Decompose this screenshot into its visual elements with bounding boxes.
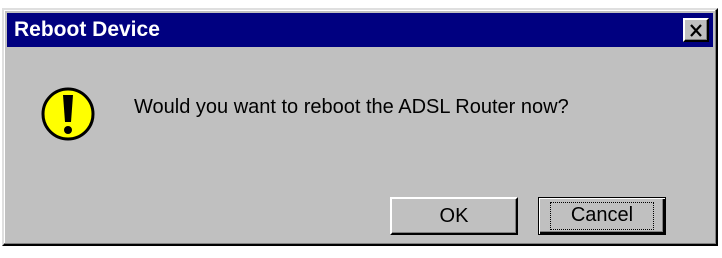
dialog-message: Would you want to reboot the ADSL Router…	[134, 96, 569, 118]
close-button[interactable]	[683, 18, 709, 42]
warning-exclamation-icon	[41, 87, 95, 141]
dialog-title: Reboot Device	[14, 18, 160, 41]
close-icon	[690, 23, 702, 37]
title-bar[interactable]: Reboot Device	[7, 13, 713, 47]
ok-button-label: OK	[439, 204, 469, 227]
ok-button[interactable]: OK	[390, 197, 518, 235]
cancel-button-label: Cancel	[549, 202, 655, 230]
cancel-button[interactable]: Cancel	[538, 197, 666, 235]
reboot-dialog: Reboot Device Would you want to reboot t…	[2, 8, 718, 246]
